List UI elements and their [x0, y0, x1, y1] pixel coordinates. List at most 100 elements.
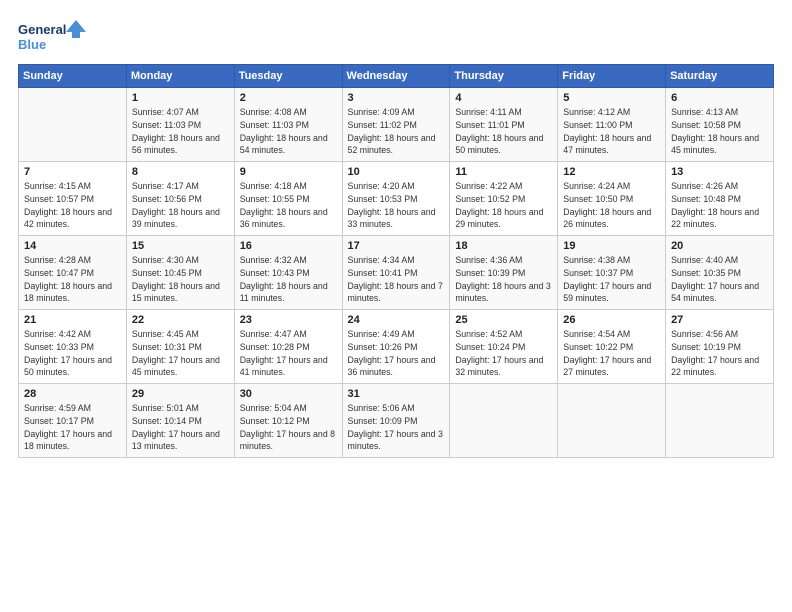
day-info: Sunrise: 4:34 AM Sunset: 10:41 PM Daylig…	[348, 254, 445, 305]
calendar-cell: 31 Sunrise: 5:06 AM Sunset: 10:09 PM Dayl…	[342, 384, 450, 458]
day-info: Sunrise: 4:24 AM Sunset: 10:50 PM Daylig…	[563, 180, 660, 231]
day-number: 22	[132, 314, 229, 326]
day-info: Sunrise: 4:26 AM Sunset: 10:48 PM Daylig…	[671, 180, 768, 231]
header: General Blue	[18, 18, 774, 56]
day-number: 19	[563, 240, 660, 252]
day-number: 24	[348, 314, 445, 326]
svg-text:Blue: Blue	[18, 37, 46, 52]
svg-text:General: General	[18, 22, 66, 37]
week-row-0: 1 Sunrise: 4:07 AM Sunset: 11:03 PM Dayli…	[19, 88, 774, 162]
day-info: Sunrise: 4:15 AM Sunset: 10:57 PM Daylig…	[24, 180, 121, 231]
calendar-cell: 26Sunrise: 4:54 AM Sunset: 10:22 PM Dayl…	[558, 310, 666, 384]
day-number: 1	[132, 92, 229, 104]
weekday-tuesday: Tuesday	[234, 65, 342, 88]
day-number: 3	[348, 92, 445, 104]
day-info: Sunrise: 4:40 AM Sunset: 10:35 PM Daylig…	[671, 254, 768, 305]
day-info: Sunrise: 4:30 AM Sunset: 10:45 PM Daylig…	[132, 254, 229, 305]
weekday-thursday: Thursday	[450, 65, 558, 88]
day-number: 8	[132, 166, 229, 178]
weekday-saturday: Saturday	[666, 65, 774, 88]
calendar-cell: 28Sunrise: 4:59 AM Sunset: 10:17 PM Dayl…	[19, 384, 127, 458]
calendar-cell: 20 Sunrise: 4:40 AM Sunset: 10:35 PM Dayl…	[666, 236, 774, 310]
day-info: Sunrise: 5:06 AM Sunset: 10:09 PM Daylig…	[348, 402, 445, 453]
day-info: Sunrise: 4:56 AM Sunset: 10:19 PM Daylig…	[671, 328, 768, 379]
calendar-cell: 23 Sunrise: 4:47 AM Sunset: 10:28 PM Dayl…	[234, 310, 342, 384]
calendar-cell: 27 Sunrise: 4:56 AM Sunset: 10:19 PM Dayl…	[666, 310, 774, 384]
calendar-cell	[450, 384, 558, 458]
calendar-cell: 1 Sunrise: 4:07 AM Sunset: 11:03 PM Dayli…	[126, 88, 234, 162]
day-number: 15	[132, 240, 229, 252]
calendar-cell: 25Sunrise: 4:52 AM Sunset: 10:24 PM Dayl…	[450, 310, 558, 384]
day-info: Sunrise: 4:22 AM Sunset: 10:52 PM Daylig…	[455, 180, 552, 231]
day-number: 2	[240, 92, 337, 104]
calendar-header: SundayMondayTuesdayWednesdayThursdayFrid…	[19, 65, 774, 88]
calendar-cell: 30Sunrise: 5:04 AM Sunset: 10:12 PM Dayl…	[234, 384, 342, 458]
calendar-cell: 18 Sunrise: 4:36 AM Sunset: 10:39 PM Dayl…	[450, 236, 558, 310]
weekday-header-row: SundayMondayTuesdayWednesdayThursdayFrid…	[19, 65, 774, 88]
generalblue-logo-icon: General Blue	[18, 18, 88, 56]
day-number: 27	[671, 314, 768, 326]
weekday-friday: Friday	[558, 65, 666, 88]
day-number: 31	[348, 388, 445, 400]
day-number: 6	[671, 92, 768, 104]
calendar-cell: 11Sunrise: 4:22 AM Sunset: 10:52 PM Dayl…	[450, 162, 558, 236]
page: General Blue SundayMondayTuesdayWednesda…	[0, 0, 792, 612]
calendar-cell: 3 Sunrise: 4:09 AM Sunset: 11:02 PM Dayli…	[342, 88, 450, 162]
calendar-cell	[558, 384, 666, 458]
calendar-cell: 9 Sunrise: 4:18 AM Sunset: 10:55 PM Dayli…	[234, 162, 342, 236]
calendar-cell: 4 Sunrise: 4:11 AM Sunset: 11:01 PM Dayli…	[450, 88, 558, 162]
calendar-cell: 5Sunrise: 4:12 AM Sunset: 11:00 PM Dayli…	[558, 88, 666, 162]
day-number: 14	[24, 240, 121, 252]
day-info: Sunrise: 4:47 AM Sunset: 10:28 PM Daylig…	[240, 328, 337, 379]
day-number: 10	[348, 166, 445, 178]
week-row-2: 14Sunrise: 4:28 AM Sunset: 10:47 PM Dayl…	[19, 236, 774, 310]
calendar-cell: 16Sunrise: 4:32 AM Sunset: 10:43 PM Dayl…	[234, 236, 342, 310]
day-number: 13	[671, 166, 768, 178]
day-info: Sunrise: 4:54 AM Sunset: 10:22 PM Daylig…	[563, 328, 660, 379]
day-info: Sunrise: 4:38 AM Sunset: 10:37 PM Daylig…	[563, 254, 660, 305]
day-number: 9	[240, 166, 337, 178]
day-info: Sunrise: 5:04 AM Sunset: 10:12 PM Daylig…	[240, 402, 337, 453]
day-number: 20	[671, 240, 768, 252]
day-number: 18	[455, 240, 552, 252]
day-number: 7	[24, 166, 121, 178]
weekday-monday: Monday	[126, 65, 234, 88]
day-info: Sunrise: 4:07 AM Sunset: 11:03 PM Daylig…	[132, 106, 229, 157]
day-info: Sunrise: 4:09 AM Sunset: 11:02 PM Daylig…	[348, 106, 445, 157]
calendar-cell: 29Sunrise: 5:01 AM Sunset: 10:14 PM Dayl…	[126, 384, 234, 458]
week-row-3: 21Sunrise: 4:42 AM Sunset: 10:33 PM Dayl…	[19, 310, 774, 384]
calendar-cell: 21Sunrise: 4:42 AM Sunset: 10:33 PM Dayl…	[19, 310, 127, 384]
day-info: Sunrise: 4:13 AM Sunset: 10:58 PM Daylig…	[671, 106, 768, 157]
calendar-cell: 24 Sunrise: 4:49 AM Sunset: 10:26 PM Dayl…	[342, 310, 450, 384]
day-number: 17	[348, 240, 445, 252]
calendar-cell: 12 Sunrise: 4:24 AM Sunset: 10:50 PM Dayl…	[558, 162, 666, 236]
day-number: 5	[563, 92, 660, 104]
day-number: 12	[563, 166, 660, 178]
day-info: Sunrise: 4:36 AM Sunset: 10:39 PM Daylig…	[455, 254, 552, 305]
week-row-4: 28Sunrise: 4:59 AM Sunset: 10:17 PM Dayl…	[19, 384, 774, 458]
day-info: Sunrise: 4:59 AM Sunset: 10:17 PM Daylig…	[24, 402, 121, 453]
day-number: 21	[24, 314, 121, 326]
day-number: 25	[455, 314, 552, 326]
day-number: 23	[240, 314, 337, 326]
week-row-1: 7 Sunrise: 4:15 AM Sunset: 10:57 PM Dayli…	[19, 162, 774, 236]
calendar-cell	[19, 88, 127, 162]
day-info: Sunrise: 4:17 AM Sunset: 10:56 PM Daylig…	[132, 180, 229, 231]
day-info: Sunrise: 4:20 AM Sunset: 10:53 PM Daylig…	[348, 180, 445, 231]
day-info: Sunrise: 4:18 AM Sunset: 10:55 PM Daylig…	[240, 180, 337, 231]
day-number: 4	[455, 92, 552, 104]
calendar-cell: 15 Sunrise: 4:30 AM Sunset: 10:45 PM Dayl…	[126, 236, 234, 310]
calendar-table: SundayMondayTuesdayWednesdayThursdayFrid…	[18, 64, 774, 458]
calendar-cell	[666, 384, 774, 458]
day-info: Sunrise: 4:32 AM Sunset: 10:43 PM Daylig…	[240, 254, 337, 305]
calendar-cell: 10 Sunrise: 4:20 AM Sunset: 10:53 PM Dayl…	[342, 162, 450, 236]
day-number: 29	[132, 388, 229, 400]
day-info: Sunrise: 4:49 AM Sunset: 10:26 PM Daylig…	[348, 328, 445, 379]
day-info: Sunrise: 4:45 AM Sunset: 10:31 PM Daylig…	[132, 328, 229, 379]
calendar-cell: 17 Sunrise: 4:34 AM Sunset: 10:41 PM Dayl…	[342, 236, 450, 310]
day-info: Sunrise: 4:11 AM Sunset: 11:01 PM Daylig…	[455, 106, 552, 157]
day-info: Sunrise: 4:08 AM Sunset: 11:03 PM Daylig…	[240, 106, 337, 157]
calendar-cell: 2 Sunrise: 4:08 AM Sunset: 11:03 PM Dayli…	[234, 88, 342, 162]
calendar-cell: 19 Sunrise: 4:38 AM Sunset: 10:37 PM Dayl…	[558, 236, 666, 310]
logo: General Blue	[18, 18, 88, 56]
